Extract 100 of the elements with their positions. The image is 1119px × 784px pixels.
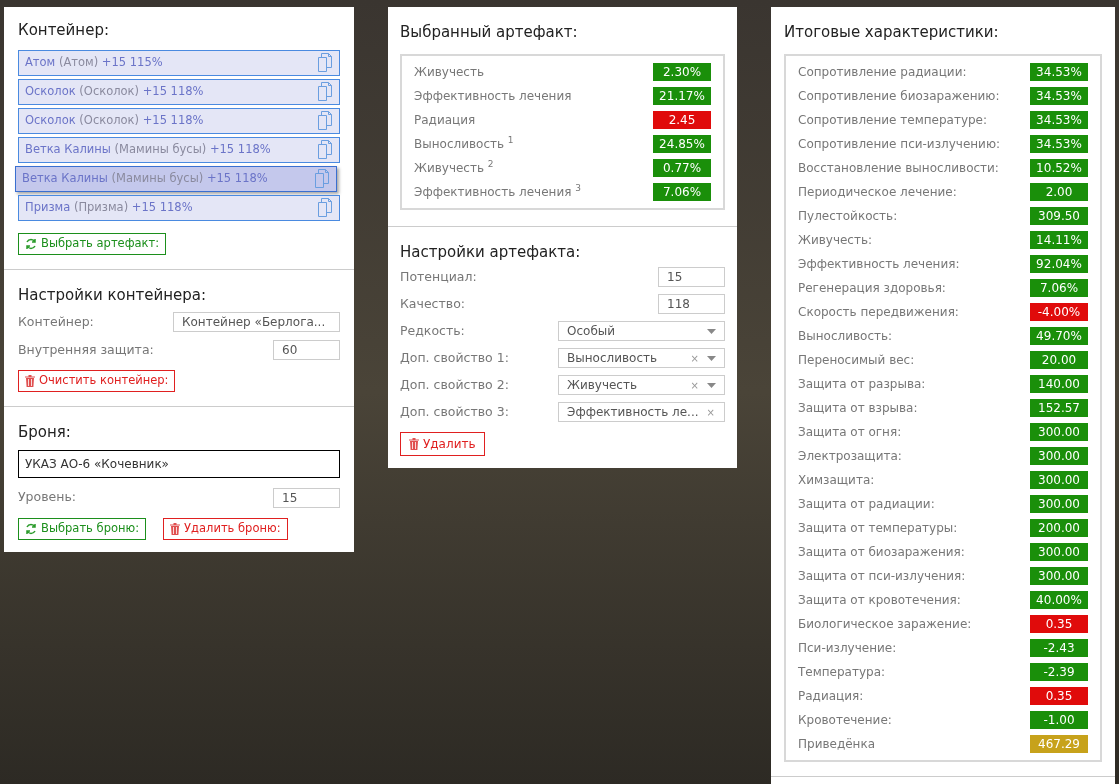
artifact-slot[interactable]: Ветка Калины (Мамины бусы) +15 118% bbox=[15, 165, 337, 192]
artifact-slot[interactable]: Ветка Калины (Мамины бусы) +15 118% bbox=[18, 136, 340, 163]
field-label: Редкость: bbox=[400, 321, 465, 340]
select-value: Контейнер «Берлога... bbox=[182, 314, 326, 331]
select-field[interactable]: Эффективность ле... × bbox=[558, 402, 725, 422]
artifact-name: Атом (Атом) +15 115% bbox=[25, 53, 163, 71]
stat-value: 7.06% bbox=[1030, 278, 1088, 297]
stat-label: Эффективность лечения: bbox=[798, 255, 960, 273]
clear-container-button[interactable]: Очистить контейнер: bbox=[18, 370, 176, 392]
stat-value: 21.17% bbox=[653, 86, 711, 105]
input-field[interactable]: 118 bbox=[658, 294, 725, 314]
choose-armor-button[interactable]: Выбрать броню: bbox=[18, 517, 147, 540]
stat-value: 140.00 bbox=[1030, 374, 1088, 393]
trash-icon bbox=[170, 522, 181, 535]
stat-value: 24.85% bbox=[653, 134, 711, 153]
stat-label: Регенерация здоровья: bbox=[798, 279, 946, 297]
select-value: Особый bbox=[567, 323, 617, 340]
section-title: Контейнер: bbox=[18, 20, 110, 41]
artifact-name: Осколок (Осколок) +15 118% bbox=[25, 82, 204, 100]
stat-value: -2.43 bbox=[1030, 638, 1088, 657]
copy-icon[interactable] bbox=[317, 111, 333, 130]
caret-icon bbox=[707, 355, 716, 361]
stat-label: Температура: bbox=[798, 663, 886, 681]
stat-label: Эффективность лечения bbox=[414, 87, 572, 105]
stat-label: Радиация: bbox=[798, 687, 864, 705]
stat-label: Пси-излучение: bbox=[798, 639, 897, 657]
stat-label: Живучесть $^{2}$ bbox=[414, 158, 494, 177]
stat-label: Защита от биозаражения: bbox=[798, 543, 965, 561]
stat-label: Кровотечение: bbox=[798, 711, 892, 729]
field-label: Контейнер: bbox=[18, 312, 94, 331]
clear-icon[interactable]: × bbox=[690, 350, 699, 366]
field-label: Доп. свойство 2: bbox=[400, 375, 509, 394]
stat-label: Защита от взрыва: bbox=[798, 399, 918, 417]
stat-value: 2.45 bbox=[653, 110, 711, 129]
stat-value: 467.29 bbox=[1030, 734, 1088, 753]
select-field[interactable]: Особый bbox=[558, 321, 725, 341]
artifact-slot[interactable]: Призма (Призма) +15 118% bbox=[18, 194, 340, 221]
refresh-icon bbox=[25, 237, 37, 250]
select-field[interactable]: Живучесть × bbox=[558, 375, 725, 395]
stat-value: 0.35 bbox=[1030, 614, 1088, 633]
stat-value: 300.00 bbox=[1030, 422, 1088, 441]
stat-value: 20.00 bbox=[1030, 350, 1088, 369]
choose-artifact-button[interactable]: Выбрать артефакт: bbox=[18, 232, 167, 255]
stat-value: 7.06% bbox=[653, 182, 711, 201]
copy-icon[interactable] bbox=[317, 198, 333, 217]
stat-value: 309.50 bbox=[1030, 206, 1088, 225]
stat-value: 34.53% bbox=[1030, 110, 1088, 129]
caret-icon bbox=[707, 328, 716, 334]
stat-value: -4.00% bbox=[1030, 302, 1088, 321]
input-field[interactable]: 15 bbox=[273, 487, 340, 508]
stat-value: 10.52% bbox=[1030, 158, 1088, 177]
stat-label: Пулестойкость: bbox=[798, 207, 898, 225]
copy-icon[interactable] bbox=[317, 53, 333, 72]
select-value: Выносливость bbox=[567, 350, 659, 367]
stat-label: Защита от огня: bbox=[798, 423, 902, 441]
clear-icon[interactable]: × bbox=[690, 377, 699, 393]
stat-label: Защита от пси-излучения: bbox=[798, 567, 966, 585]
input-field[interactable]: 15 bbox=[658, 267, 725, 287]
copy-icon[interactable] bbox=[317, 82, 333, 101]
stat-value: 14.11% bbox=[1030, 230, 1088, 249]
stat-label: Защита от разрыва: bbox=[798, 375, 926, 393]
stat-value: -2.39 bbox=[1030, 662, 1088, 681]
stat-label: Сопротивление биозаражению: bbox=[798, 87, 1000, 105]
stat-label: Сопротивление температуре: bbox=[798, 111, 988, 129]
stat-label: Выносливость $^{1}$ bbox=[414, 134, 514, 153]
caret-icon bbox=[707, 382, 716, 388]
stat-label: Сопротивление радиации: bbox=[798, 63, 967, 81]
section-title: Выбранный артефакт: bbox=[400, 22, 579, 43]
input-field[interactable]: 60 bbox=[273, 340, 340, 360]
delete-armor-button[interactable]: Удалить броню: bbox=[163, 517, 288, 540]
stat-label: Живучесть: bbox=[798, 231, 873, 249]
artifact-slot[interactable]: Атом (Атом) +15 115% bbox=[18, 49, 340, 76]
stat-value: 300.00 bbox=[1030, 470, 1088, 489]
stat-label: Химзащита: bbox=[798, 471, 875, 489]
stat-label: Защита от радиации: bbox=[798, 495, 935, 513]
stat-label: Переносимый вес: bbox=[798, 351, 915, 369]
select-field[interactable]: Выносливость × bbox=[558, 348, 725, 368]
copy-icon[interactable] bbox=[314, 169, 330, 188]
stat-value: 2.00 bbox=[1030, 182, 1088, 201]
stat-label: Защита от температуры: bbox=[798, 519, 958, 537]
delete-artifact-button[interactable]: Удалить bbox=[400, 432, 485, 456]
stat-label: Периодическое лечение: bbox=[798, 183, 957, 201]
stat-value: 34.53% bbox=[1030, 134, 1088, 153]
artifact-slot[interactable]: Осколок (Осколок) +15 118% bbox=[18, 107, 340, 134]
artifact-slot[interactable]: Осколок (Осколок) +15 118% bbox=[18, 78, 340, 105]
section-title: Броня: bbox=[18, 422, 72, 443]
stat-value: 300.00 bbox=[1030, 446, 1088, 465]
stat-value: -1.00 bbox=[1030, 710, 1088, 729]
stat-label: Защита от кровотечения: bbox=[798, 591, 961, 609]
select-value: Эффективность ле... bbox=[567, 404, 699, 421]
armor-name-field[interactable]: УКАЗ АО-6 «Кочевник» bbox=[18, 449, 340, 478]
stat-value: 300.00 bbox=[1030, 494, 1088, 513]
copy-icon[interactable] bbox=[317, 140, 333, 159]
trash-icon bbox=[409, 438, 419, 450]
select-field[interactable]: Контейнер «Берлога... bbox=[173, 312, 340, 332]
stat-label: Эффективность лечения $^{3}$ bbox=[414, 182, 581, 201]
artifact-name: Осколок (Осколок) +15 118% bbox=[25, 111, 204, 129]
field-label: Доп. свойство 1: bbox=[400, 348, 509, 367]
stat-value: 92.04% bbox=[1030, 254, 1088, 273]
clear-icon[interactable]: × bbox=[706, 404, 715, 420]
